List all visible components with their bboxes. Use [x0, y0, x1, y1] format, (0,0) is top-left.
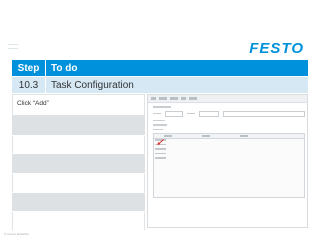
step-table-header: Step To do [12, 60, 308, 76]
embedded-screenshot [147, 94, 308, 228]
instruction-cell [12, 154, 145, 175]
header-todo: To do [51, 62, 78, 74]
screenshot-toolbar [148, 95, 307, 103]
arrow-icon [157, 139, 164, 145]
instruction-cell [12, 174, 145, 193]
step-number: 10.3 [12, 77, 46, 93]
instruction-cell [12, 192, 145, 213]
instruction-cell [12, 212, 145, 232]
header-step: Step [12, 60, 46, 76]
instruction-cell [12, 135, 145, 155]
instruction-panel: Click “Add” [12, 94, 145, 232]
corner-decoration [8, 44, 18, 52]
festo-logo: FESTO [249, 40, 304, 57]
task-name: Task Configuration [51, 79, 134, 91]
step-table-row: 10.3 Task Configuration [12, 76, 308, 93]
step-table: Step To do 10.3 Task Configuration [12, 60, 308, 93]
instruction-text: Click “Add” [12, 94, 145, 116]
screenshot-panel [153, 133, 305, 198]
instruction-cell [12, 116, 145, 136]
footer-text: © Festo Didactic [4, 232, 30, 236]
